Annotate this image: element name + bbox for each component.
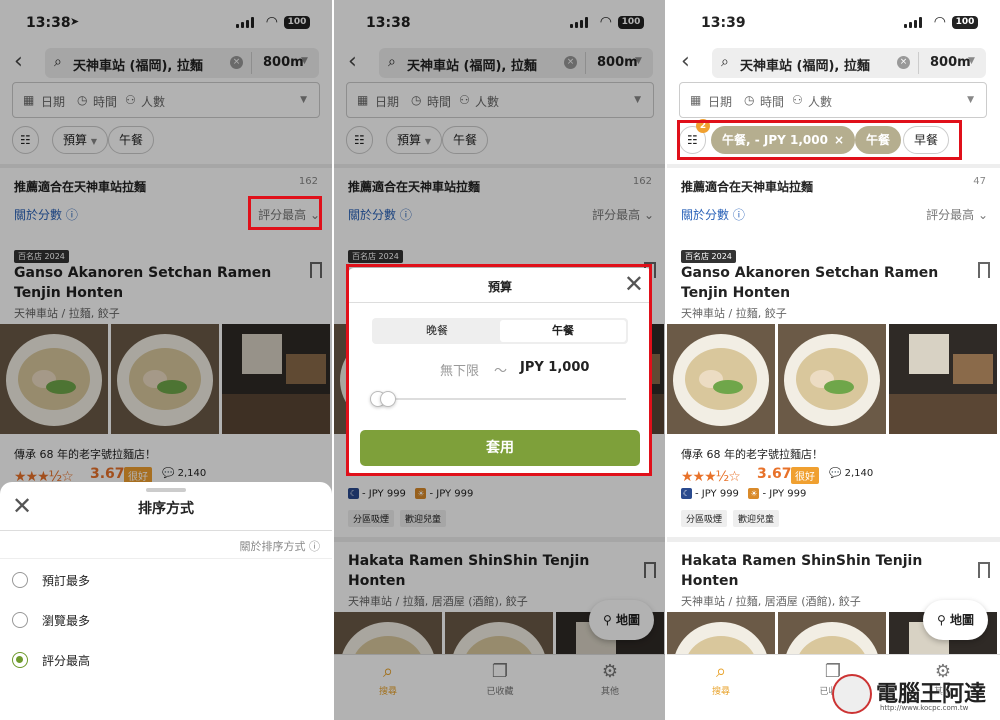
divider (0, 530, 332, 531)
status-time: 13:39 (701, 15, 746, 31)
signal-icon (904, 17, 922, 28)
section-divider (667, 537, 1000, 542)
restaurant-title[interactable]: Hakata Ramen ShinShin Tenjin Honten (681, 551, 941, 591)
wifi-icon: ◠ (933, 14, 946, 30)
about-sort-label: 關於排序方式 (239, 540, 306, 553)
radio-button[interactable] (12, 572, 28, 588)
sort-option-label: 預訂最多 (42, 574, 91, 588)
sort-label: 評分最高 (926, 208, 975, 222)
dinner-price: - JPY 999 (695, 488, 739, 500)
radio-button[interactable] (12, 612, 28, 628)
mascot-logo (832, 674, 872, 714)
help-icon: ⓘ (732, 208, 745, 222)
highlight-box (677, 120, 962, 160)
results-count: 47 (973, 176, 986, 187)
bookmark-icon[interactable] (978, 262, 990, 278)
feature-tag: 歡迎兒童 (733, 510, 780, 527)
map-button[interactable]: ⚲ 地圖 (923, 600, 988, 640)
search-divider (918, 52, 919, 74)
rating-row: ★★★½☆ 3.67 很好 💬 2,140 (681, 466, 873, 485)
rating-score: 3.67 (757, 466, 792, 482)
panel-divider (332, 0, 334, 720)
distance-select[interactable]: 800m (930, 55, 971, 70)
clock-icon: ◷ (744, 93, 755, 107)
ramen-photo (667, 324, 775, 434)
date-time-people-picker[interactable]: ▦ 日期 ◷ 時間 ⚇ 人數 ▼ (679, 82, 987, 118)
screen-sort-sheet: 13:38 ➤ ◠ 100 ‹ ⌕ 天神車站 (福岡), 拉麵 × 800m ▼… (0, 0, 332, 720)
sort-dropdown[interactable]: 評分最高 ⌄ (926, 206, 988, 223)
map-button-label: 地圖 (949, 613, 974, 627)
screen-filtered-results: 13:39 ◠ 100 ‹ ⌕ 天神車站 (福岡), 拉麵 × 800m ▼ ▦… (667, 0, 1000, 720)
help-icon: ⓘ (309, 540, 320, 553)
search-bar[interactable]: ⌕ 天神車站 (福岡), 拉麵 × 800m ▼ (712, 48, 986, 78)
chevron-down-icon: ⌄ (977, 208, 988, 222)
about-score-link[interactable]: 關於分數 ⓘ (681, 206, 745, 223)
rating-badge: 很好 (791, 467, 819, 484)
lunch-price: - JPY 999 (762, 488, 807, 500)
clear-search-button[interactable]: × (897, 56, 910, 69)
sort-option-label: 評分最高 (42, 654, 91, 668)
calendar-icon: ▦ (690, 93, 702, 107)
highlight-box (248, 196, 322, 230)
restaurant-title[interactable]: Ganso Akanoren Setchan Ramen Tenjin Hont… (681, 263, 941, 303)
watermark-url: http://www.kocpc.com.tw (880, 704, 969, 712)
back-button[interactable]: ‹ (681, 50, 690, 74)
section-divider (667, 164, 1000, 168)
map-pin-icon: ⚲ (937, 613, 946, 627)
star-rating: ★★★½☆ (681, 469, 741, 485)
battery-icon: 100 (952, 16, 978, 29)
moon-icon: ☾ (681, 488, 692, 499)
highlight-box (346, 264, 652, 476)
tab-label: 搜尋 (711, 687, 730, 697)
drag-handle[interactable] (146, 488, 186, 492)
restaurant-description: 傳承 68 年的老字號拉麵店！ (681, 448, 823, 461)
search-query: 天神車站 (福岡), 拉麵 (740, 59, 870, 74)
about-sort-link[interactable]: 關於排序方式 ⓘ (240, 538, 321, 554)
sheet-title: 排序方式 (138, 501, 194, 517)
search-icon: ⌕ (721, 54, 729, 70)
bookmark-icon[interactable] (978, 562, 990, 578)
chevron-down-icon: ▼ (967, 95, 974, 105)
about-score-label: 關於分數 (681, 208, 730, 222)
radio-button-selected[interactable] (12, 652, 28, 668)
divider (0, 558, 332, 559)
feature-tags: 分區吸煙 歡迎兒童 (681, 507, 785, 527)
restaurant-category: 天神車站 / 拉麵, 居酒屋 (酒館), 餃子 (681, 595, 861, 608)
screen-budget-modal: 13:38 ◠ 100 ‹ ⌕ 天神車站 (福岡), 拉麵 × 800m ▼ ▦… (334, 0, 666, 720)
review-count: 💬 2,140 (829, 468, 873, 479)
restaurant-category: 天神車站 / 拉麵, 餃子 (681, 307, 787, 320)
ramen-photo (778, 324, 886, 434)
tab-search[interactable]: ⌕ 搜尋 (691, 661, 751, 697)
sort-option-label: 瀏覽最多 (42, 614, 91, 628)
restaurant-photos[interactable] (667, 324, 1000, 434)
chevron-down-icon: ▼ (968, 56, 975, 66)
comment-icon: 💬 (829, 468, 842, 479)
interior-photo (889, 324, 997, 434)
site-watermark: 電腦王阿達 http://www.kocpc.com.tw (832, 674, 992, 714)
sun-icon: ☀ (748, 488, 760, 499)
panel-divider (665, 0, 667, 720)
date-label: 日期 (708, 95, 733, 109)
search-icon: ⌕ (715, 661, 727, 682)
results-heading: 推薦適合在天神車站拉麵 (681, 180, 814, 194)
price-row: ☾ - JPY 999 ☀ - JPY 999 (681, 488, 806, 500)
person-icon: ⚇ (792, 93, 803, 107)
award-badge: 百名店 2024 (681, 250, 736, 263)
people-label: 人數 (808, 95, 833, 109)
sort-bottom-sheet: ✕ 排序方式 關於排序方式 ⓘ 預訂最多 瀏覽最多 評分最高 (0, 482, 332, 720)
review-count-value: 2,140 (844, 468, 874, 479)
time-label: 時間 (760, 95, 785, 109)
status-bar: 13:39 ◠ 100 (667, 0, 1000, 44)
feature-tag: 分區吸煙 (681, 510, 728, 527)
results-header: 推薦適合在天神車站拉麵 47 (681, 176, 986, 195)
